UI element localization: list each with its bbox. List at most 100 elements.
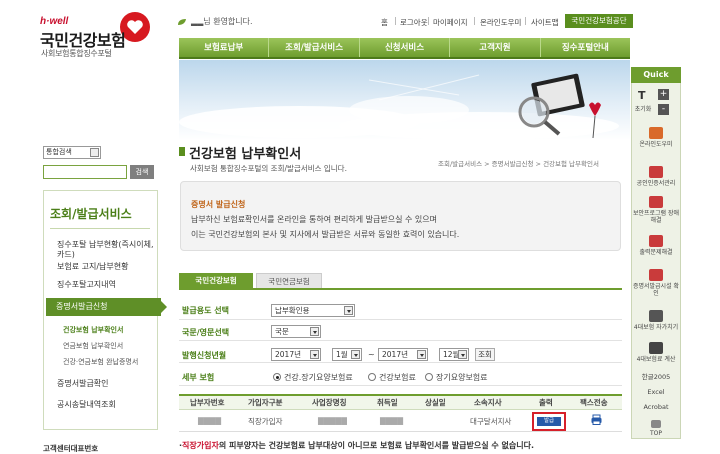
util-divider <box>395 17 396 25</box>
range-separator: ~ <box>368 350 375 359</box>
search-scope-select[interactable]: 통합검색 <box>43 146 101 159</box>
banner-image <box>179 60 630 140</box>
zoom-out-button[interactable]: - <box>658 104 669 115</box>
main-nav: 보험료납부 조회/발급서비스 신청서비스 고객지원 징수포털안내 <box>179 38 630 59</box>
sidebar-sub-full-payment[interactable]: 건강·연금보험 완납증명서 <box>63 357 138 367</box>
util-link-sitemap[interactable]: 사이트맵 <box>531 17 559 28</box>
cell-member-type: 직장가입자 <box>248 417 283 426</box>
form-row-language <box>179 322 622 341</box>
util-divider <box>428 17 429 25</box>
quick-item-acrobat[interactable]: Acrobat <box>631 404 681 411</box>
quick-item-cert[interactable]: 공인인증서관리 <box>631 166 681 187</box>
radio-health[interactable] <box>368 373 376 381</box>
util-link-helper[interactable]: 온라인도우미 <box>480 17 521 28</box>
to-month-select[interactable]: 12월 <box>439 348 469 361</box>
chevron-down-icon <box>310 350 319 359</box>
quick-item-selfcheck[interactable]: 4대보험 자가치기 <box>631 310 681 331</box>
language-select[interactable]: 국문 <box>271 325 321 338</box>
tab-health-insurance[interactable]: 국민건강보험 <box>179 273 253 289</box>
logo-subtitle: 사회보험통합징수포털 <box>41 49 112 58</box>
page-description: 사회보험 통합징수포털의 조회/발급서비스 입니다. <box>190 164 347 173</box>
purpose-select[interactable]: 납부확인용 <box>271 304 355 317</box>
sidebar-item-cert-apply[interactable]: 증명서발급신청 <box>46 298 167 316</box>
nav-item-payment[interactable]: 보험료납부 <box>179 38 270 57</box>
sidebar-item-cert-check[interactable]: 증명서발급확인 <box>57 379 157 389</box>
query-button[interactable]: 조회 <box>475 348 495 361</box>
util-link-home[interactable]: 홈 <box>381 17 388 28</box>
quick-item-helper[interactable]: 온라인도우미 <box>631 127 681 148</box>
printer-icon <box>649 235 663 247</box>
period-label: 발행신청년월 <box>182 351 227 360</box>
col-branch: 소속지사 <box>474 398 502 407</box>
text-size-icon: T <box>638 89 646 102</box>
radio-health-longterm[interactable] <box>273 373 281 381</box>
sidebar-item-notice-list[interactable]: 징수포탈고지내역 <box>57 280 157 290</box>
quick-item-security[interactable]: 보안프로그램 장애해결 <box>631 196 681 224</box>
chevron-down-icon <box>417 350 426 359</box>
quick-item-hangul[interactable]: 한글2005 <box>631 374 681 381</box>
util-divider <box>474 17 475 25</box>
sidebar-item-public-notice[interactable]: 공시송달내역조회 <box>57 400 157 410</box>
cell-branch: 대구달서지사 <box>470 417 512 426</box>
page-title: 건강보험 납부확인서 <box>189 147 302 162</box>
nav-item-guide[interactable]: 징수포털안내 <box>541 38 630 57</box>
welcome-message: ▂▂님 환영합니다. <box>177 16 253 27</box>
quick-reset[interactable]: 초기화 <box>628 106 658 113</box>
cell-acquired-date: ▇▇▇▇ <box>380 416 404 425</box>
radio-longterm-label: 장기요양보험료 <box>436 373 488 382</box>
sidebar-title: 조회/발급서비스 <box>50 207 132 221</box>
nhis-link-button[interactable]: 국민건강보험공단 <box>565 14 633 28</box>
quick-item-facility[interactable]: 증명서발급시설 확인 <box>631 269 681 297</box>
arrow-up-icon <box>651 420 661 428</box>
util-link-mypage[interactable]: 마이페이지 <box>433 17 468 28</box>
quick-title: Quick <box>631 67 681 83</box>
table-header <box>179 394 622 410</box>
tab-national-pension[interactable]: 국민연금보험 <box>256 273 322 289</box>
warning-text: ·직장가입자의 피부양자는 건강보험료 납부대상이 아니므로 보험료 납부확인서… <box>179 441 535 450</box>
nav-item-support[interactable]: 고객지원 <box>450 38 541 57</box>
col-member-type: 가입자구분 <box>248 398 283 407</box>
util-divider <box>525 17 526 25</box>
quick-item-print-fix[interactable]: 출력문제해결 <box>631 235 681 256</box>
check-icon <box>649 310 663 322</box>
quick-item-calc[interactable]: 4대보험료 계산 <box>631 342 681 363</box>
col-acquired-date: 취득일 <box>377 398 398 407</box>
breadcrumb: 조회/발급서비스 > 증명서발급신청 > 건강보험 납부확인서 <box>438 160 599 168</box>
cell-workplace: ▇▇▇▇▇ <box>318 416 347 425</box>
quick-top-button[interactable]: TOP <box>631 420 681 437</box>
language-label: 국문/영문선택 <box>182 328 230 337</box>
quick-item-excel[interactable]: Excel <box>631 389 681 396</box>
chevron-down-icon <box>458 350 467 359</box>
col-workplace: 사업장명칭 <box>312 398 347 407</box>
cell-payer-number: ▇▇▇▇ <box>198 416 222 425</box>
nav-item-inquiry[interactable]: 조회/발급서비스 <box>269 38 360 57</box>
welcome-text: ▂▂님 환영합니다. <box>191 17 253 26</box>
zoom-in-button[interactable]: + <box>658 89 669 100</box>
radio-longterm[interactable] <box>425 373 433 381</box>
tab-underline <box>179 288 622 290</box>
notice-line-2: 이는 국민건강보험의 본사 및 지사에서 발급받은 서류와 동일한 효력이 있습… <box>191 230 460 239</box>
notice-title: 증명서 발급신청 <box>191 200 246 209</box>
search-input[interactable] <box>43 165 127 179</box>
helper-icon <box>649 127 663 139</box>
sidebar-sub-pension-payment[interactable]: 연금보험 납부확인서 <box>63 341 123 351</box>
fax-icon[interactable] <box>591 414 602 425</box>
chevron-down-icon <box>90 148 99 157</box>
util-link-logout[interactable]: 로그아웃 <box>400 17 428 28</box>
sidebar-item-notice-status[interactable]: 보험료 고지/납부현황 <box>57 262 157 272</box>
search-button[interactable]: 검색 <box>130 165 154 179</box>
col-lost-date: 상실일 <box>425 398 446 407</box>
col-fax: 팩스전송 <box>580 398 608 407</box>
from-month-select[interactable]: 1월 <box>332 348 362 361</box>
issue-button[interactable]: 발급 <box>537 417 561 426</box>
sidebar-sub-health-payment[interactable]: 건강보험 납부확인서 <box>63 325 123 335</box>
warning-highlight: 직장가입자 <box>182 441 219 450</box>
nav-item-application[interactable]: 신청서비스 <box>360 38 451 57</box>
arrow-right-icon <box>161 301 167 313</box>
col-payer-number: 납부자번호 <box>190 398 225 407</box>
notice-line-1: 납부하신 보험료확인서를 온라인을 통하여 편리하게 발급받으실 수 있으며 <box>191 215 437 224</box>
from-year-select[interactable]: 2017년 <box>271 348 321 361</box>
to-year-select[interactable]: 2017년 <box>378 348 428 361</box>
sidebar-item-instant-pay[interactable]: 징수포탈 납부현황(즉시이체, 카드) <box>57 240 157 260</box>
security-icon <box>649 196 663 208</box>
